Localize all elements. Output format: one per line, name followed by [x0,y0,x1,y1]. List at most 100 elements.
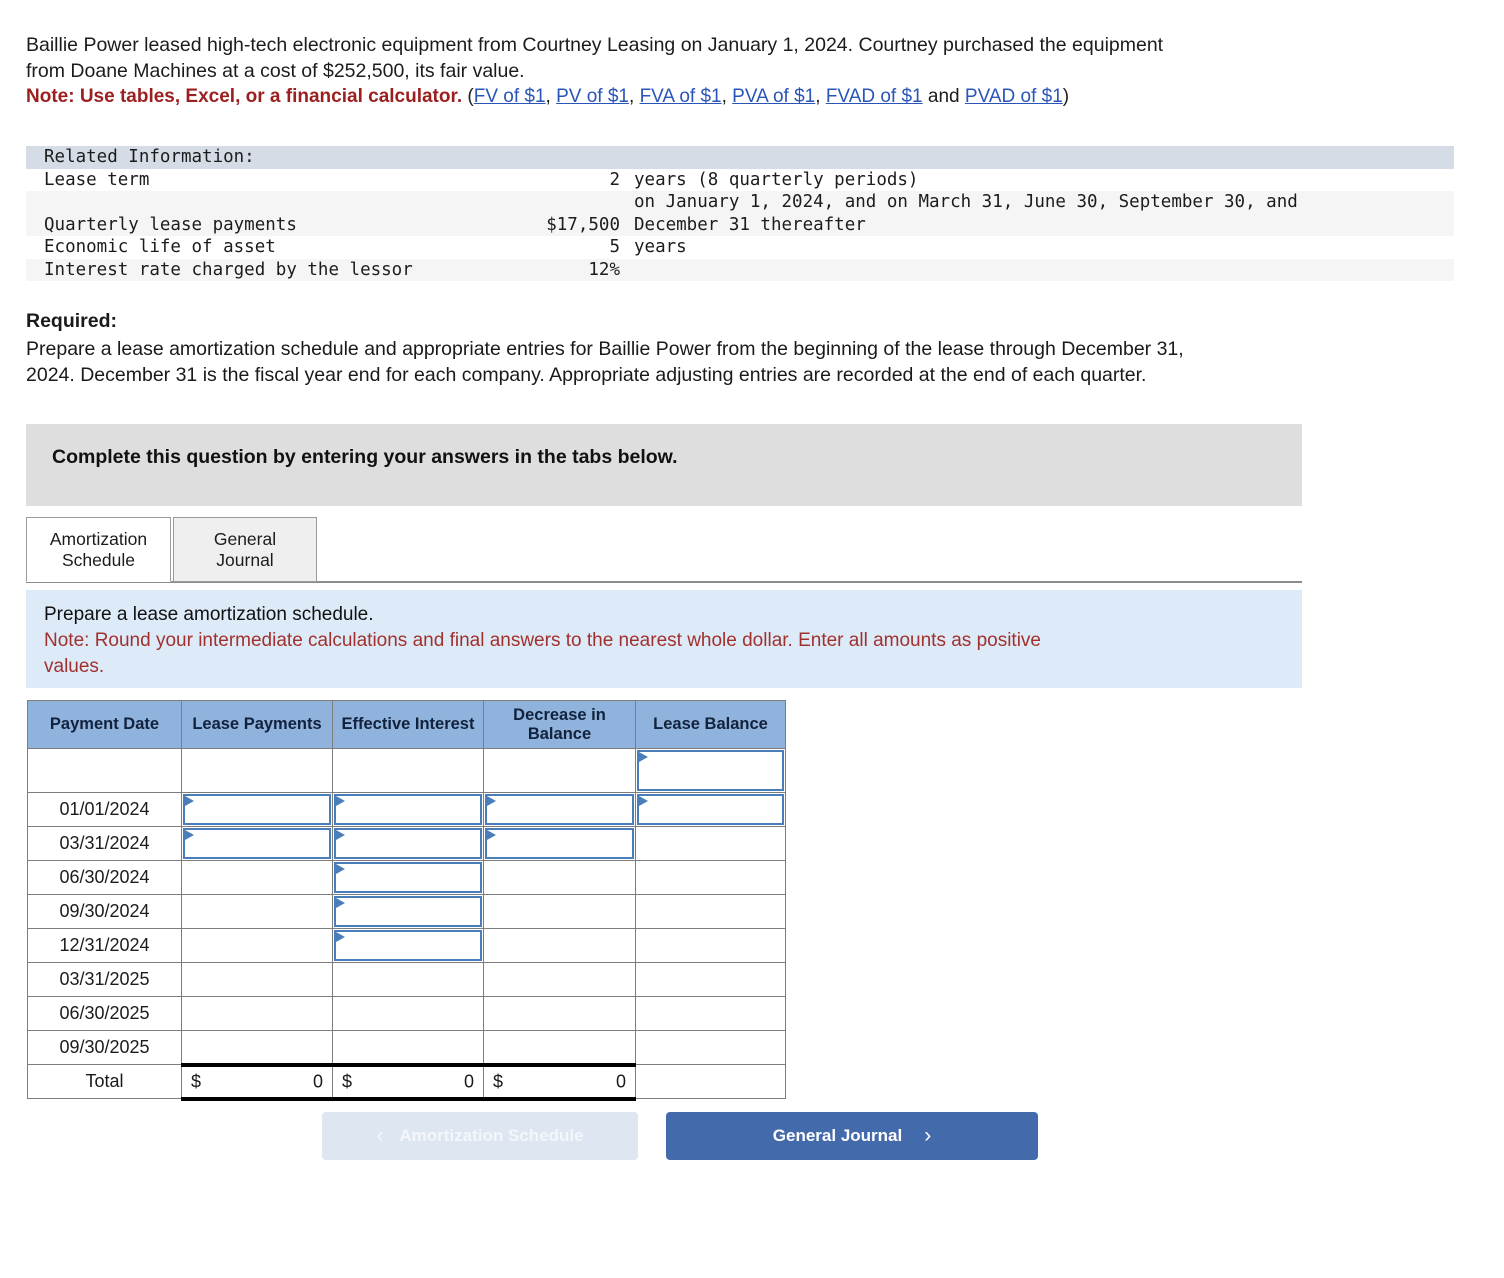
cell-decrease-in-balance[interactable] [483,826,636,861]
link-fv-of-1[interactable]: FV of $1 [474,86,546,107]
col-header-lease-balance: Lease Balance [635,700,786,749]
calculator-note: Note: Use tables, Excel, or a financial … [26,84,1416,110]
link-fvad-of-1[interactable]: FVAD of $1 [826,86,923,107]
input-lease-balance[interactable] [637,750,784,791]
total-label: Total [27,1064,182,1099]
cell-lease-payments[interactable] [181,826,333,861]
total-effective-interest: $ 0 [332,1062,484,1101]
cell-payment-date: 12/31/2024 [27,928,182,963]
sep-3: , [721,86,733,107]
cell-payment-date: 01/01/2024 [27,792,182,827]
cell-lease-payments [181,860,333,895]
row-detail: years (8 quarterly periods) [634,169,919,190]
input-lease-payments[interactable] [183,794,331,825]
tab-general-journal[interactable]: General Journal [173,517,317,582]
input-decrease-in-balance[interactable] [485,794,634,825]
cell-decrease-in-balance [483,860,636,895]
table-row: 03/31/2024 [27,826,786,861]
intro-line-1: Baillie Power leased high-tech electroni… [26,34,1164,56]
cell-lease-balance [635,894,786,929]
next-button-label: General Journal [772,1126,903,1145]
next-general-journal-button[interactable]: General Journal › [666,1112,1038,1160]
related-information-title: Related Information: [44,147,255,167]
link-pvad-of-1[interactable]: PVAD of $1 [965,86,1063,107]
chevron-left-icon: ‹ [376,1124,384,1147]
row-label: Quarterly lease payments [44,214,297,235]
cell-effective-interest [332,748,484,793]
cell-lease-payments [181,748,333,793]
paren-close: ) [1062,86,1070,107]
total-decrease-in-balance: $ 0 [483,1062,636,1101]
table-row: 03/31/2025 [27,962,786,997]
input-effective-interest[interactable] [334,930,482,961]
related-info-row-quarterly-payments: Quarterly lease payments $17,500 Decembe… [26,213,1454,236]
total-value: 0 [615,1071,626,1091]
table-header-row: Payment Date Lease Payments Effective In… [27,700,786,749]
sep-4: , [815,86,826,107]
cell-effective-interest[interactable] [332,928,484,963]
cell-decrease-in-balance [483,894,636,929]
currency-symbol: $ [191,1071,202,1091]
cell-effective-interest[interactable] [332,860,484,895]
cell-lease-payments [181,928,333,963]
tab-label-line-1: General [213,528,277,549]
cell-lease-balance [635,1030,786,1065]
and-text: and [922,86,965,107]
cell-effective-interest[interactable] [332,792,484,827]
cell-payment-date: 06/30/2025 [27,996,182,1031]
input-effective-interest[interactable] [334,828,482,859]
col-header-effective-interest: Effective Interest [332,700,484,749]
cell-decrease-in-balance [483,928,636,963]
table-head: Payment Date Lease Payments Effective In… [27,700,786,749]
table-row: 09/30/2025 [27,1030,786,1065]
prev-amortization-schedule-button[interactable]: ‹ Amortization Schedule [322,1112,638,1160]
cell-decrease-in-balance [483,1030,636,1065]
col-header-decrease-in-balance: Decrease in Balance [483,700,636,749]
input-effective-interest[interactable] [334,862,482,893]
tab-label-line-1: Amortization [49,528,148,549]
table-row: 06/30/2024 [27,860,786,895]
table-body: 01/01/2024 03/31/2024 06/30/2024 09/30/2… [27,748,786,1101]
input-lease-balance[interactable] [637,794,784,825]
row-value: 12% [588,259,620,280]
link-fva-of-1[interactable]: FVA of $1 [640,86,722,107]
related-information-table: Related Information: Lease term 2 years … [26,146,1454,281]
amortization-schedule-table: Payment Date Lease Payments Effective In… [27,700,786,1101]
intro-line-2: from Doane Machines at a cost of $252,50… [26,60,525,82]
input-decrease-in-balance[interactable] [485,828,634,859]
row-detail: December 31 thereafter [634,214,866,235]
cell-effective-interest[interactable] [332,894,484,929]
link-pva-of-1[interactable]: PVA of $1 [732,86,815,107]
related-info-row-lease-term: Lease term 2 years (8 quarterly periods) [26,168,1454,191]
related-info-row-economic-life: Economic life of asset 5 years [26,236,1454,259]
col-header-payment-date: Payment Date [27,700,182,749]
cell-lease-balance [635,928,786,963]
table-row: 12/31/2024 [27,928,786,963]
cell-payment-date: 03/31/2025 [27,962,182,997]
table-row: 01/01/2024 [27,792,786,827]
input-effective-interest[interactable] [334,896,482,927]
row-detail: on January 1, 2024, and on March 31, Jun… [634,192,1298,212]
cell-lease-payments[interactable] [181,792,333,827]
tab-bar: Amortization Schedule General Journal [26,517,317,582]
row-label: Economic life of asset [44,237,276,257]
link-pv-of-1[interactable]: PV of $1 [556,86,629,107]
total-lease-payments: $ 0 [181,1062,333,1101]
tab-strip: Amortization Schedule General Journal [26,517,1302,589]
tab-amortization-schedule[interactable]: Amortization Schedule [26,517,171,582]
total-lease-balance [635,1064,786,1099]
cell-decrease-in-balance[interactable] [483,792,636,827]
calculator-note-label: Note: Use tables, Excel, or a financial … [26,86,463,107]
total-value: 0 [312,1071,323,1091]
sep-1: , [545,86,557,107]
related-info-row-interest-rate: Interest rate charged by the lessor 12% [26,258,1454,281]
input-effective-interest[interactable] [334,794,482,825]
cell-lease-balance[interactable] [635,748,786,793]
cell-effective-interest[interactable] [332,826,484,861]
instruction-note-line-1: Note: Round your intermediate calculatio… [44,630,1041,651]
cell-decrease-in-balance [483,996,636,1031]
cell-lease-balance[interactable] [635,792,786,827]
complete-question-text: Complete this question by entering your … [52,446,678,468]
input-lease-payments[interactable] [183,828,331,859]
table-row: 09/30/2024 [27,894,786,929]
